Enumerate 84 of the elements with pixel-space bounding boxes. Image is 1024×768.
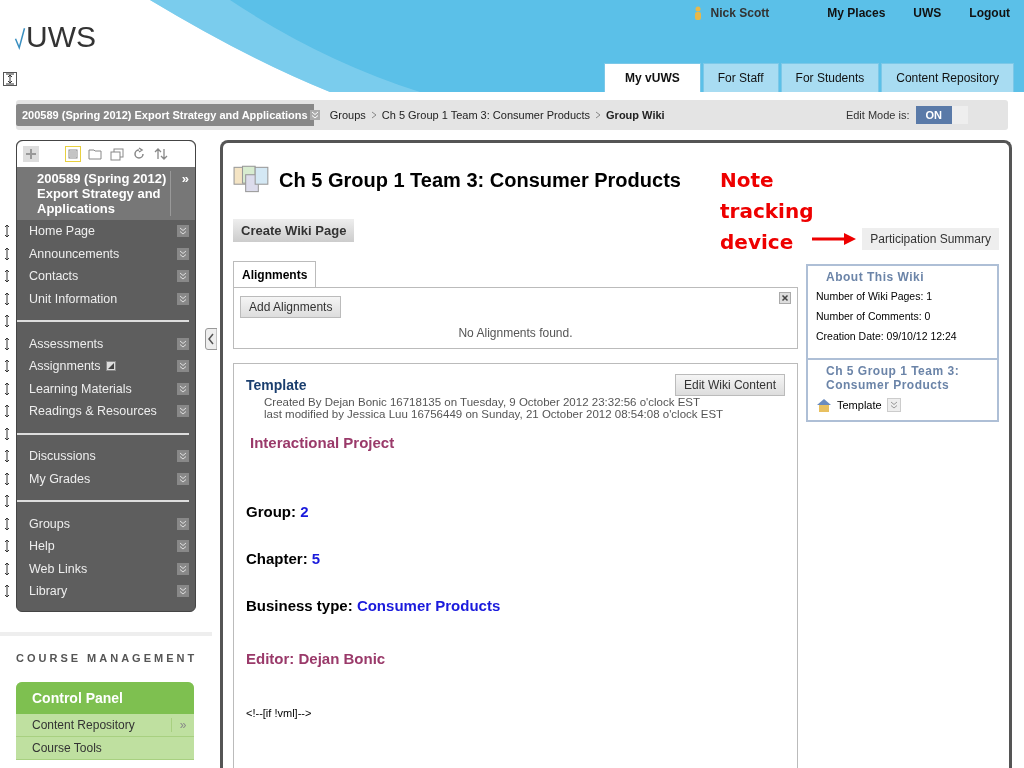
- menu-item[interactable]: Learning Materials: [17, 381, 132, 396]
- nav-tab[interactable]: Content Repository: [881, 63, 1014, 92]
- dropdown-icon[interactable]: [177, 292, 189, 305]
- dropdown-icon[interactable]: [177, 225, 189, 238]
- created-info: Created By Dejan Bonic 16718135 on Tuesday, 9 October 2012 23:32:56 o'clock EST: [263, 396, 702, 408]
- panel-item[interactable]: Content Repository: [32, 717, 171, 732]
- menu-item[interactable]: Web Links: [17, 561, 88, 576]
- add-button[interactable]: Add Alignments: [240, 296, 342, 318]
- edit-mode-label: Edit Mode is:: [845, 109, 910, 121]
- edit-button[interactable]: Edit Wiki Content: [674, 374, 785, 396]
- menu-item[interactable]: Home Page: [17, 224, 95, 239]
- annotation-text: Note tracking device: [720, 167, 810, 256]
- menu-item[interactable]: Library: [17, 584, 68, 599]
- create-button[interactable]: Create Wiki Page: [233, 219, 355, 242]
- menu-item[interactable]: Contacts: [17, 269, 79, 284]
- alignments-tab[interactable]: Alignments: [233, 261, 317, 288]
- dropdown-icon[interactable]: [177, 472, 189, 485]
- empty-message: No Alignments found.: [457, 326, 574, 340]
- header-link[interactable]: Logout: [969, 6, 1010, 20]
- menu-item[interactable]: Unit Information: [17, 291, 118, 306]
- breadcrumb-link[interactable]: Groups: [329, 109, 366, 121]
- nav-tab[interactable]: My vUWS: [604, 63, 701, 92]
- dropdown-icon[interactable]: [177, 405, 189, 418]
- user-name[interactable]: Nick Scott: [710, 6, 770, 20]
- modified-info: last modified by Jessica Luu 16756449 on Sunday, 21 October 2012 08:54:08 o'clock EST: [263, 408, 725, 420]
- dropdown-icon[interactable]: [309, 110, 320, 120]
- window-icon[interactable]: [109, 146, 125, 162]
- menu-item[interactable]: Assignments: [17, 359, 101, 374]
- editor-line: Editor: Dejan Bonic: [246, 650, 387, 667]
- menu-item[interactable]: Groups: [17, 516, 70, 531]
- dropdown-icon[interactable]: [177, 270, 189, 283]
- dropdown-icon[interactable]: [177, 517, 189, 530]
- home-icon: [816, 398, 832, 412]
- chevron-icon: [595, 111, 602, 119]
- pages-icon: [233, 165, 271, 195]
- dropdown-icon[interactable]: [177, 540, 189, 553]
- logo[interactable]: UWS: [26, 22, 96, 52]
- info-text: Creation Date: 09/10/12 12:24: [816, 330, 958, 342]
- resize-icon[interactable]: [3, 72, 17, 86]
- header-link[interactable]: My Places: [827, 6, 886, 20]
- page-link[interactable]: Template: [837, 399, 882, 411]
- header-link[interactable]: UWS: [913, 6, 942, 20]
- course-menu-button[interactable]: 200589 (Spring 2012) Export Strategy and Applications: [16, 104, 314, 126]
- content-heading: Interactional Project: [250, 434, 396, 451]
- collapse-button[interactable]: »: [170, 171, 189, 216]
- dropdown-icon[interactable]: [177, 562, 189, 575]
- menu-item[interactable]: My Grades: [17, 471, 91, 486]
- dropdown-icon[interactable]: [177, 450, 189, 463]
- chevron-icon: [370, 111, 377, 119]
- person-icon: [692, 6, 703, 20]
- menu-item[interactable]: Discussions: [17, 449, 96, 464]
- breadcrumb-current: Group Wiki: [606, 109, 665, 121]
- content-field: Business type: Consumer Products: [246, 597, 785, 614]
- menu-item[interactable]: Assessments: [17, 336, 104, 351]
- panel-title[interactable]: Ch 5 Group 1 Team 3: Consumer Products: [816, 364, 989, 392]
- dropdown-icon[interactable]: [177, 337, 189, 350]
- content-field: Group: 2: [246, 503, 785, 520]
- info-text: Number of Wiki Pages: 1: [816, 290, 934, 302]
- menu-item[interactable]: Announcements: [17, 246, 120, 261]
- menu-item[interactable]: Readings & Resources: [17, 404, 157, 419]
- course-title[interactable]: 200589 (Spring 2012) Export Strategy and Applications: [27, 171, 170, 216]
- menu-item[interactable]: Help: [17, 539, 55, 554]
- code-text: <!--[if !vml]-->: [246, 707, 313, 719]
- panel-title[interactable]: About This Wiki: [816, 270, 989, 284]
- nav-tab[interactable]: For Students: [780, 63, 880, 92]
- dropdown-icon[interactable]: [177, 247, 189, 260]
- dropdown-icon[interactable]: [177, 585, 189, 598]
- edit-mode-toggle[interactable]: ON: [915, 106, 968, 124]
- sort-icon[interactable]: [153, 146, 169, 162]
- breadcrumb-link[interactable]: Ch 5 Group 1 Team 3: Consumer Products: [381, 109, 591, 121]
- close-icon[interactable]: [779, 292, 791, 304]
- nav-tab[interactable]: For Staff: [702, 63, 779, 92]
- page-title: Ch 5 Group 1 Team 3: Consumer Products: [279, 168, 681, 192]
- dropdown-icon[interactable]: [177, 360, 189, 373]
- refresh-icon[interactable]: [131, 146, 147, 162]
- section-heading: COURSE MANAGEMENT: [16, 651, 199, 664]
- collapse-handle[interactable]: [205, 328, 217, 350]
- content-field: Chapter: 5: [246, 550, 785, 567]
- wiki-page-title: Template: [246, 377, 307, 393]
- panel-item[interactable]: Course Tools: [32, 740, 194, 755]
- annotation-arrow: [812, 233, 857, 245]
- summary-button[interactable]: Participation Summary: [862, 228, 999, 250]
- dropdown-icon[interactable]: [177, 382, 189, 395]
- info-text: Number of Comments: 0: [816, 310, 932, 322]
